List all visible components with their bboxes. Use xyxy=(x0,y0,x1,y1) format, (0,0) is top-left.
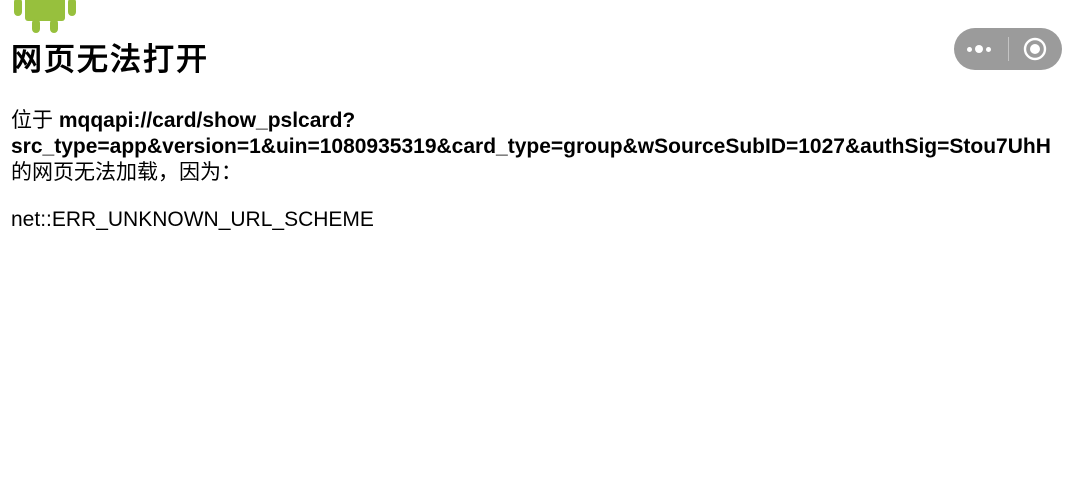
page-title: 网页无法打开 xyxy=(11,42,209,77)
message-line-1: 位于 mqqapi://card/show_pslcard? xyxy=(11,108,1080,134)
message-prefix: 位于 xyxy=(11,109,59,132)
more-dots-icon xyxy=(966,45,991,53)
android-robot-icon xyxy=(14,0,76,33)
webview-error-page: 网页无法打开 位于 mqqapi://card/show_pslcard? sr… xyxy=(0,0,1080,496)
message-suffix: 的网页无法加载，因为： xyxy=(11,161,242,184)
error-code: net::ERR_UNKNOWN_URL_SCHEME xyxy=(11,208,374,231)
failed-url-part-1: mqqapi://card/show_pslcard? xyxy=(58,109,356,132)
target-circle-icon xyxy=(1024,37,1047,61)
failed-url-part-2: src_type=app&version=1&uin=1080935319&ca… xyxy=(11,135,1051,158)
mini-program-capsule xyxy=(954,28,1062,70)
close-button[interactable] xyxy=(1008,28,1062,70)
more-button[interactable] xyxy=(954,28,1008,70)
error-message: 位于 mqqapi://card/show_pslcard? src_type=… xyxy=(11,108,1080,186)
